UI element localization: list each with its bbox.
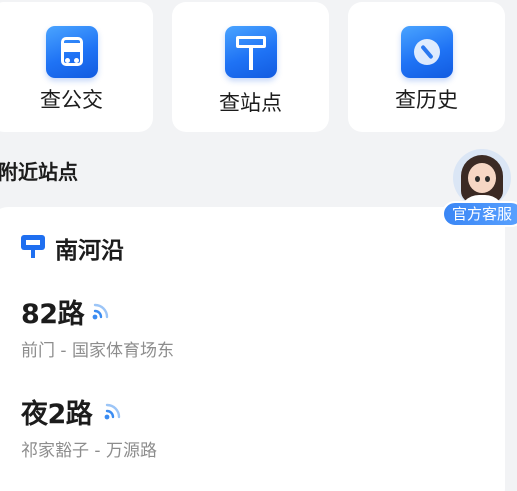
station-name[interactable]: 南河沿: [55, 231, 124, 265]
route-direction: 祁家豁子 - 万源路: [21, 441, 157, 461]
history-compass-icon: [400, 26, 453, 78]
bus-stop-icon: [21, 235, 45, 259]
nearby-bus-page: 查公交 查站点 查历史 附近站点 南河沿 82路 前门 - 国家体育场东 夜2路…: [0, 0, 517, 491]
customer-service-avatar[interactable]: [453, 149, 511, 207]
search-bus-label: 查公交: [40, 88, 103, 112]
search-station-label: 查站点: [219, 91, 282, 115]
search-station-button[interactable]: 查站点: [172, 2, 329, 132]
realtime-signal-icon: [104, 403, 121, 420]
route-direction: 前门 - 国家体育场东: [21, 341, 174, 361]
nearby-stations-title: 附近站点: [0, 160, 78, 184]
search-bus-button[interactable]: 查公交: [0, 2, 153, 132]
customer-service-button[interactable]: 官方客服: [442, 201, 517, 227]
search-history-label: 查历史: [395, 88, 458, 112]
route-name[interactable]: 夜2路: [21, 392, 93, 431]
route-name[interactable]: 82路: [21, 292, 85, 331]
search-history-button[interactable]: 查历史: [348, 2, 505, 132]
bus-stop-sign-icon: [224, 26, 277, 78]
realtime-signal-icon: [92, 303, 109, 320]
bus-icon: [45, 26, 98, 78]
